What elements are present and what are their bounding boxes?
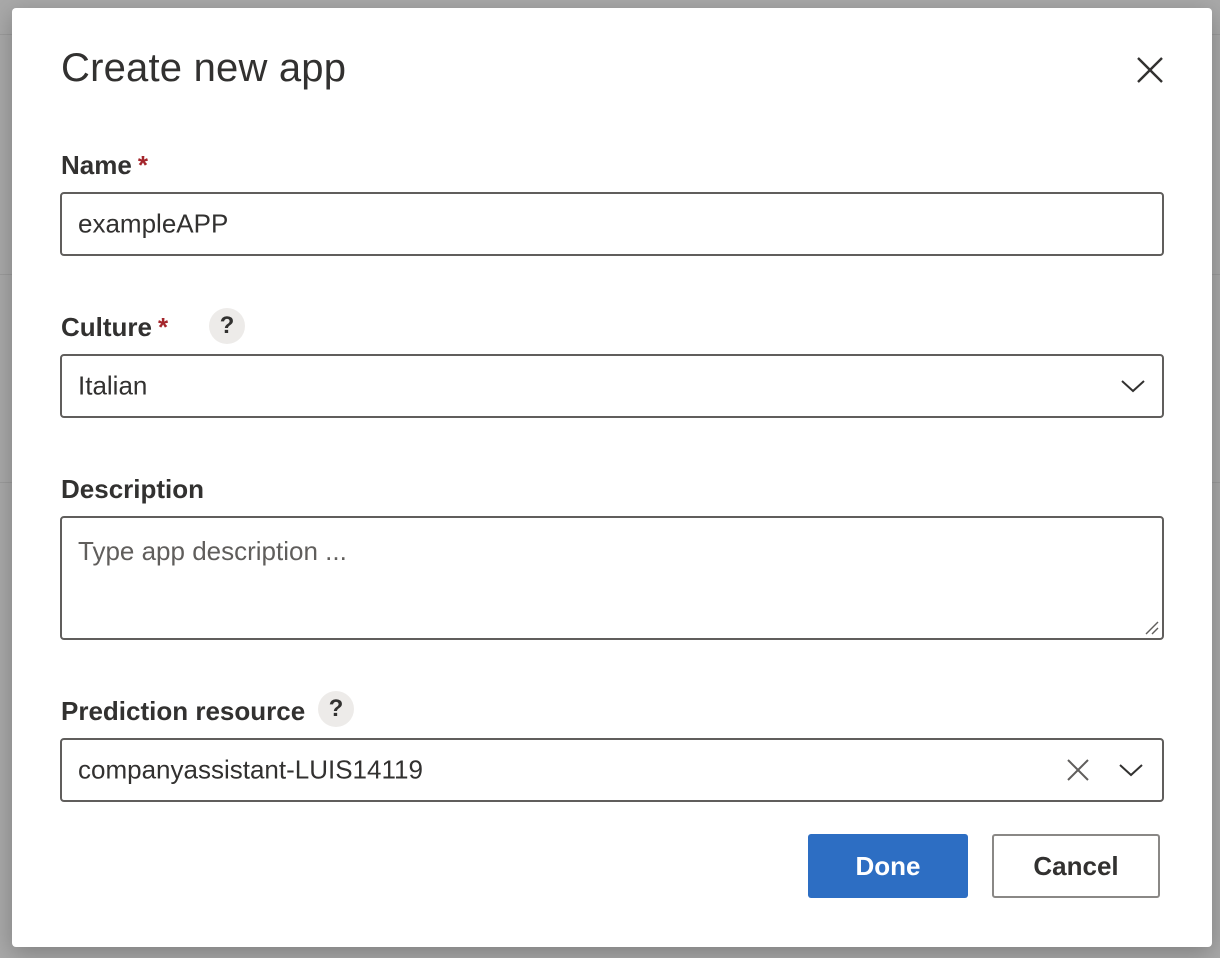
- resize-grip-icon[interactable]: [1144, 620, 1160, 636]
- chevron-down-icon: [1119, 764, 1143, 777]
- help-icon: ?: [328, 695, 344, 722]
- description-label-text: Description: [61, 474, 205, 504]
- name-label: Name *: [61, 150, 148, 181]
- background-divider: [1212, 274, 1220, 275]
- dialog-title: Create new app: [61, 46, 347, 90]
- background-divider: [0, 274, 12, 275]
- culture-label-text: Culture: [61, 312, 152, 342]
- background-divider: [1212, 34, 1220, 35]
- culture-label: Culture *: [61, 312, 168, 343]
- cancel-button[interactable]: Cancel: [992, 834, 1160, 898]
- close-button[interactable]: [1132, 52, 1168, 88]
- prediction-resource-label-text: Prediction resource: [61, 696, 306, 726]
- close-icon: [1137, 57, 1163, 83]
- background-divider: [0, 34, 12, 35]
- required-marker: *: [158, 312, 169, 342]
- description-label: Description: [61, 474, 204, 505]
- culture-selected-value: Italian: [78, 370, 148, 401]
- prediction-resource-label: Prediction resource: [61, 696, 305, 727]
- prediction-resource-help-button[interactable]: ?: [318, 691, 354, 727]
- done-button[interactable]: Done: [808, 834, 968, 898]
- culture-dropdown[interactable]: Italian: [60, 354, 1164, 418]
- name-label-text: Name: [61, 150, 132, 180]
- name-input[interactable]: exampleAPP: [60, 192, 1164, 256]
- background-divider: [1212, 482, 1220, 483]
- culture-help-button[interactable]: ?: [209, 308, 245, 344]
- background-divider: [0, 482, 12, 483]
- chevron-down-icon: [1121, 380, 1145, 393]
- help-icon: ?: [219, 312, 235, 339]
- prediction-resource-selected-value: companyassistant-LUIS14119: [78, 754, 423, 785]
- prediction-resource-dropdown[interactable]: companyassistant-LUIS14119: [60, 738, 1164, 802]
- create-app-dialog: Create new app Name * exampleAPP Culture *…: [12, 8, 1212, 947]
- clear-icon[interactable]: [1066, 758, 1090, 782]
- name-input-value: exampleAPP: [78, 208, 229, 239]
- required-marker: *: [137, 150, 148, 180]
- description-textarea[interactable]: [60, 516, 1164, 640]
